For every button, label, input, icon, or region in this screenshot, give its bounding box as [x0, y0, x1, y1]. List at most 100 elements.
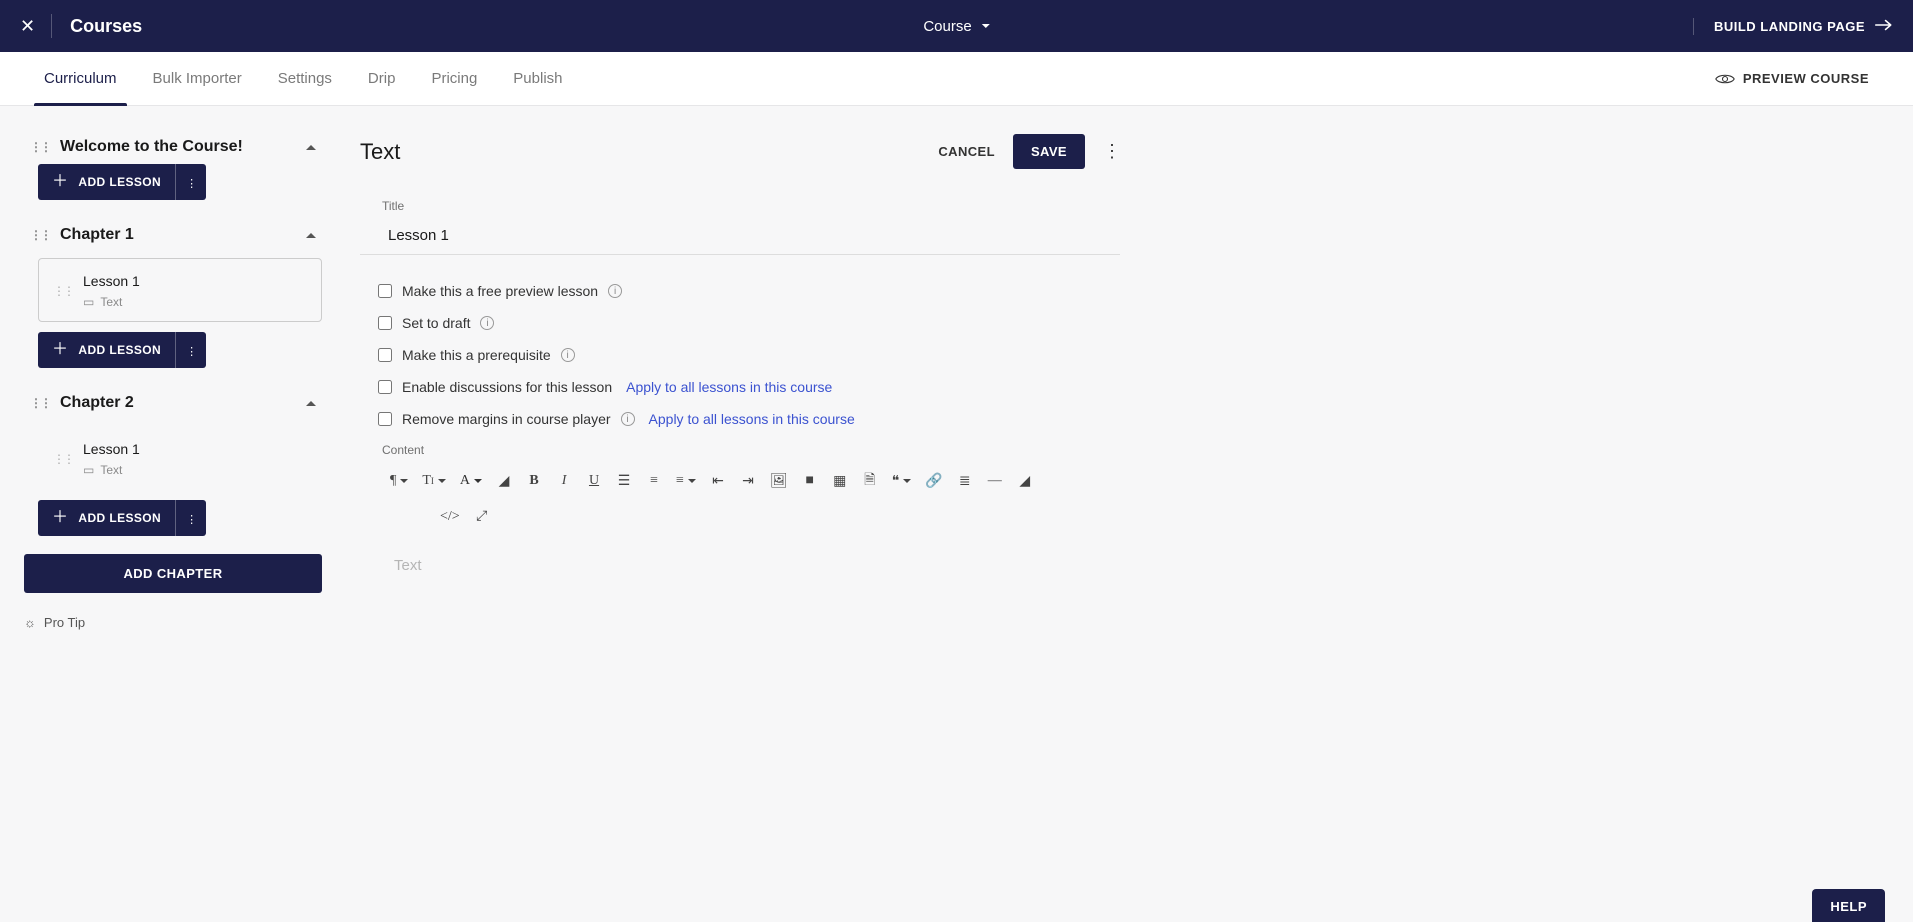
text-type-icon: ▭ [83, 463, 94, 477]
plus-icon: ＋ [52, 342, 68, 358]
indent-button[interactable]: ⇥ [736, 469, 760, 493]
font-color-button[interactable]: A [456, 469, 486, 493]
info-icon[interactable]: i [621, 412, 635, 426]
cancel-button[interactable]: CANCEL [938, 144, 995, 159]
chapter-header[interactable]: ⋮⋮ Chapter 2 [24, 386, 322, 420]
lesson-type: ▭ Text [83, 463, 140, 477]
help-button[interactable]: HELP [1812, 889, 1885, 922]
lesson-type: ▭ Text [83, 295, 140, 309]
outdent-button[interactable]: ⇤ [706, 469, 730, 493]
option-label: Remove margins in course player [402, 411, 611, 427]
discussions-checkbox[interactable] [378, 380, 392, 394]
chapter: ⋮⋮ Welcome to the Course! ＋ ADD LESSON ⋮ [24, 130, 322, 200]
option-remove-margins: Remove margins in course player i Apply … [360, 411, 1120, 427]
chapter: ⋮⋮ Chapter 2 ⋮⋮ Lesson 1 ▭ Text ＋ ADD LE… [24, 386, 322, 536]
info-icon[interactable]: i [608, 284, 622, 298]
tab-bulk-importer[interactable]: Bulk Importer [153, 52, 242, 106]
add-lesson-button[interactable]: ＋ ADD LESSON [38, 332, 175, 368]
free-preview-checkbox[interactable] [378, 284, 392, 298]
ordered-list-button[interactable]: ≡ [642, 469, 666, 493]
chevron-up-icon[interactable] [306, 395, 316, 411]
unordered-list-button[interactable]: ☰ [612, 469, 636, 493]
italic-button[interactable]: I [552, 469, 576, 493]
drag-handle-icon[interactable]: ⋮⋮ [30, 145, 50, 150]
text-type-icon: ▭ [83, 295, 94, 309]
image-button[interactable]: 🖼 [766, 469, 792, 493]
chapter-title: Chapter 1 [60, 226, 134, 244]
remove-margins-checkbox[interactable] [378, 412, 392, 426]
fullscreen-button[interactable]: ⤢ [470, 505, 494, 529]
top-bar: ✕ Courses Course BUILD LANDING PAGE [0, 0, 1913, 52]
chapter-title: Welcome to the Course! [60, 138, 243, 156]
tab-curriculum[interactable]: Curriculum [44, 52, 117, 106]
option-label: Make this a free preview lesson [402, 283, 598, 299]
title-field-label: Title [382, 199, 1120, 213]
add-lesson-more-button[interactable]: ⋮ [175, 500, 206, 536]
underline-button[interactable]: U [582, 469, 606, 493]
arrow-right-icon [1875, 18, 1893, 35]
video-button[interactable]: ■ [798, 469, 822, 493]
tab-drip[interactable]: Drip [368, 52, 396, 106]
info-icon[interactable]: i [480, 316, 494, 330]
chapter: ⋮⋮ Chapter 1 ⋮⋮ Lesson 1 ▭ Text ＋ ADD LE… [24, 218, 322, 368]
plus-icon: ＋ [52, 510, 68, 526]
font-size-button[interactable]: TI [418, 469, 450, 493]
plus-icon: ＋ [52, 174, 68, 190]
align-button[interactable]: ≡ [672, 469, 700, 493]
add-lesson-button[interactable]: ＋ ADD LESSON [38, 164, 175, 200]
save-button[interactable]: SAVE [1013, 134, 1085, 169]
add-lesson-more-button[interactable]: ⋮ [175, 164, 206, 200]
lesson-card[interactable]: ⋮⋮ Lesson 1 ▭ Text [38, 258, 322, 322]
set-draft-checkbox[interactable] [378, 316, 392, 330]
content-editor[interactable]: Text [360, 533, 1120, 653]
drag-handle-icon[interactable]: ⋮⋮ [53, 457, 73, 462]
drag-handle-icon[interactable]: ⋮⋮ [30, 233, 50, 238]
more-actions-button[interactable]: ⋮ [1103, 148, 1120, 155]
line-height-button[interactable]: ≣ [953, 469, 977, 493]
lesson-card[interactable]: ⋮⋮ Lesson 1 ▭ Text [38, 426, 322, 490]
link-button[interactable]: 🔗 [921, 469, 946, 493]
preview-course-label: PREVIEW COURSE [1743, 71, 1869, 86]
lesson-title-input[interactable] [360, 219, 1120, 255]
tab-publish[interactable]: Publish [513, 52, 562, 106]
preview-course-button[interactable]: PREVIEW COURSE [1715, 71, 1869, 86]
add-chapter-button[interactable]: ADD CHAPTER [24, 554, 322, 593]
bold-button[interactable]: B [522, 469, 546, 493]
close-icon[interactable]: ✕ [20, 14, 52, 38]
add-lesson-button[interactable]: ＋ ADD LESSON [38, 500, 175, 536]
editor-placeholder: Text [394, 557, 422, 574]
chevron-up-icon[interactable] [306, 139, 316, 155]
option-label: Make this a prerequisite [402, 347, 551, 363]
tab-pricing[interactable]: Pricing [431, 52, 477, 106]
add-lesson-more-button[interactable]: ⋮ [175, 332, 206, 368]
quote-button[interactable]: ❝ [888, 469, 916, 493]
build-landing-page-button[interactable]: BUILD LANDING PAGE [1693, 18, 1893, 35]
chapter-header[interactable]: ⋮⋮ Chapter 1 [24, 218, 322, 252]
info-icon[interactable]: i [561, 348, 575, 362]
apply-all-link[interactable]: Apply to all lessons in this course [626, 379, 832, 395]
chevron-up-icon[interactable] [306, 227, 316, 243]
paragraph-format-button[interactable]: ¶ [386, 469, 412, 493]
add-lesson-label: ADD LESSON [78, 175, 161, 189]
course-selector-dropdown[interactable]: Course [923, 18, 989, 35]
eye-icon [1715, 72, 1735, 86]
apply-all-link[interactable]: Apply to all lessons in this course [649, 411, 855, 427]
tab-settings[interactable]: Settings [278, 52, 332, 106]
add-lesson-label: ADD LESSON [78, 343, 161, 357]
file-button[interactable]: 🗎 [858, 469, 882, 493]
chapter-header[interactable]: ⋮⋮ Welcome to the Course! [24, 130, 322, 164]
option-discussions: Enable discussions for this lesson Apply… [360, 379, 1120, 395]
curriculum-sidebar: ⋮⋮ Welcome to the Course! ＋ ADD LESSON ⋮… [0, 106, 340, 673]
clear-format-button[interactable]: ◢ [1013, 469, 1037, 493]
drag-handle-icon[interactable]: ⋮⋮ [30, 401, 50, 406]
highlight-button[interactable]: ◢ [492, 469, 516, 493]
drag-handle-icon[interactable]: ⋮⋮ [53, 289, 73, 294]
course-selector-label: Course [923, 18, 971, 35]
option-label: Enable discussions for this lesson [402, 379, 612, 395]
prerequisite-checkbox[interactable] [378, 348, 392, 362]
pro-tip-label: Pro Tip [44, 615, 85, 630]
horizontal-rule-button[interactable]: — [983, 469, 1007, 493]
code-view-button[interactable]: </> [436, 505, 464, 529]
lesson-editor: Text CANCEL SAVE ⋮ Title Make this a fre… [340, 106, 1140, 673]
table-button[interactable]: ▦ [828, 469, 852, 493]
